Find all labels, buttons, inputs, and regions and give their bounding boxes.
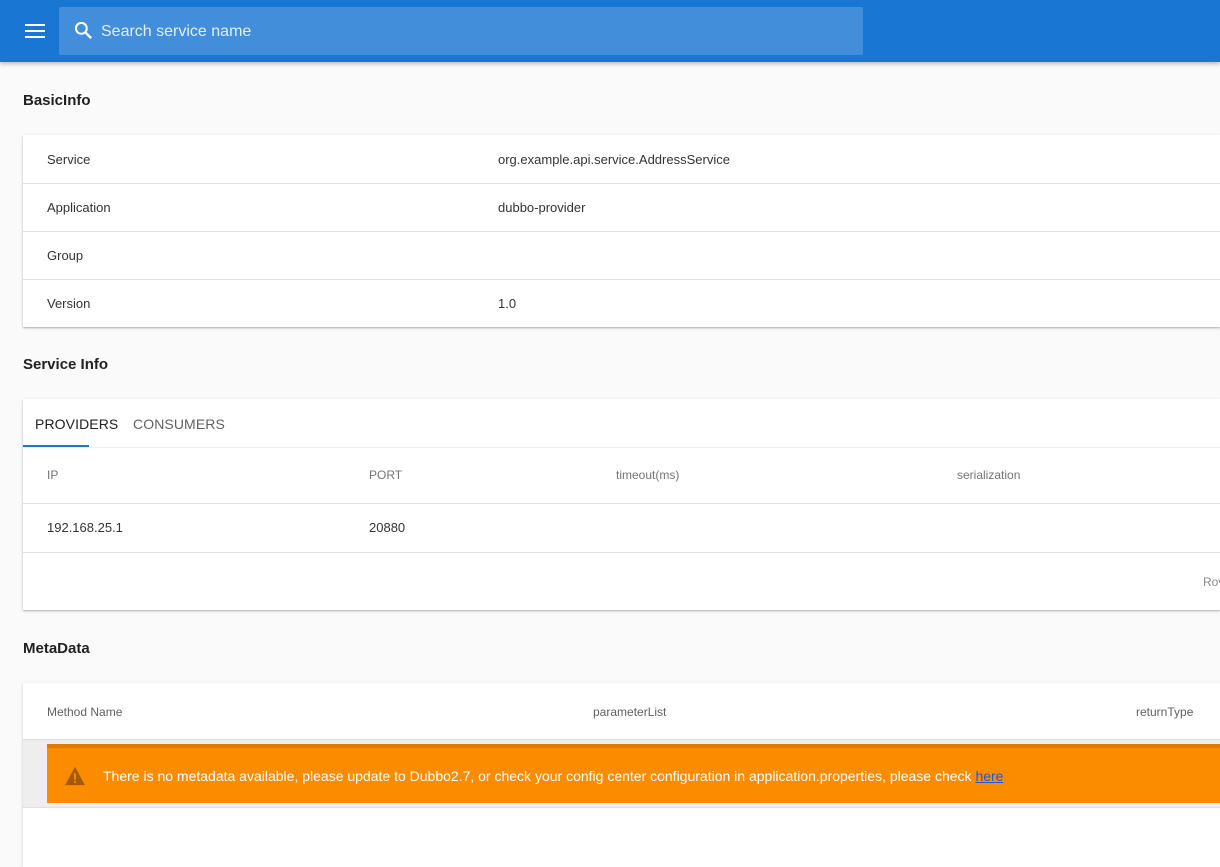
cell-ip: 192.168.25.1 [47,520,123,535]
table-divider [23,503,1220,504]
search-icon [74,21,92,39]
alert-message: There is no metadata available, please u… [103,768,1003,784]
metadata-warning-alert: There is no metadata available, please u… [47,744,1220,803]
info-value: dubbo-provider [498,200,586,215]
info-row-application: Application dubbo-provider [23,183,1220,232]
alert-here-link[interactable]: here [975,768,1003,784]
alert-text: There is no metadata available, please u… [103,768,976,784]
table-divider [23,807,1220,808]
service-info-title: Service Info [23,356,109,373]
search-input[interactable] [99,7,843,57]
table-divider [23,552,1220,553]
info-row-service: Service org.example.api.service.AddressS… [23,135,1220,184]
tab-consumers[interactable]: CONSUMERS [133,416,225,432]
warning-icon [65,766,85,786]
metadata-title: MetaData [23,640,90,657]
info-value: 1.0 [498,296,517,311]
tab-providers[interactable]: PROVIDERS [35,416,118,432]
info-key: Service [47,152,91,167]
column-header-parameter-list[interactable]: parameterList [593,705,666,719]
column-header-ip[interactable]: IP [47,468,58,482]
metadata-card: Method Name parameterList returnType The… [23,683,1220,867]
basic-info-title: BasicInfo [23,92,91,109]
tab-indicator [23,445,89,447]
info-row-version: Version 1.0 [23,279,1220,327]
service-tabs: PROVIDERS CONSUMERS [23,399,1220,448]
column-header-port[interactable]: PORT [369,468,402,482]
pagination-rows-label: Rov [1203,575,1220,589]
cell-port: 20880 [369,520,406,535]
info-key: Application [47,200,111,215]
service-info-card: PROVIDERS CONSUMERS IP PORT timeout(ms) … [23,399,1220,610]
search-box[interactable] [59,7,863,57]
app-bar [0,0,1220,62]
column-header-serialization[interactable]: serialization [957,468,1020,482]
menu-icon[interactable] [22,19,48,43]
basic-info-card: Service org.example.api.service.AddressS… [23,135,1220,327]
info-key: Version [47,296,91,311]
column-header-return-type[interactable]: returnType [1136,705,1193,719]
info-row-group: Group [23,231,1220,280]
info-key: Group [47,248,84,263]
info-value: org.example.api.service.AddressService [498,152,730,167]
column-header-method-name[interactable]: Method Name [47,705,122,719]
column-header-timeout[interactable]: timeout(ms) [616,468,679,482]
